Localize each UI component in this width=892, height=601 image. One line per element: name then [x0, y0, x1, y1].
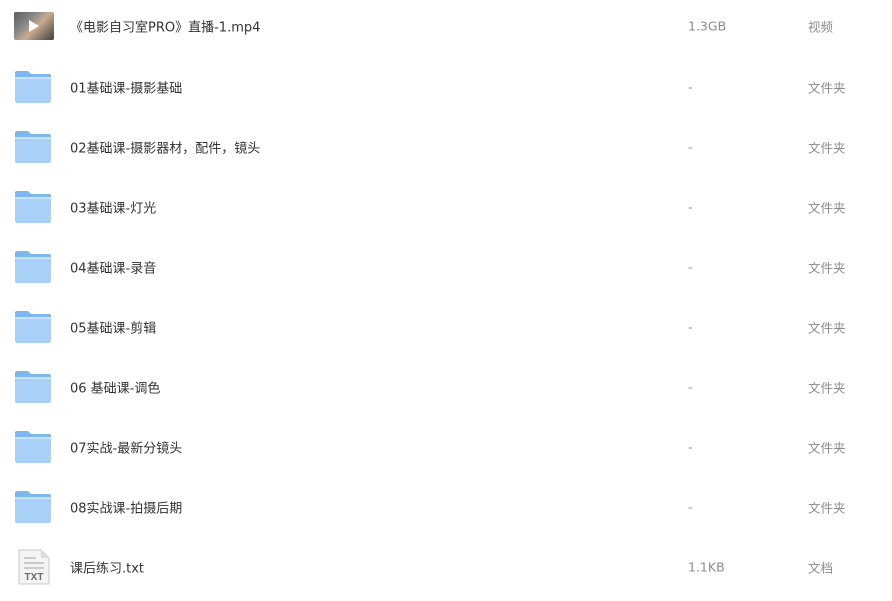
file-list: 《电影自习室PRO》直播-1.mp4 1.3GB 视频 01基础课-摄影基础 -… — [0, 0, 892, 601]
file-size: - — [688, 499, 693, 515]
video-thumbnail — [14, 8, 54, 44]
folder-row[interactable]: 04基础课-录音 - 文件夹 — [0, 237, 892, 297]
file-type: 文件夹 — [808, 440, 846, 456]
file-size: 1.3GB — [688, 18, 727, 34]
file-type: 文件夹 — [808, 200, 846, 216]
folder-icon — [14, 429, 54, 465]
file-name: 01基础课-摄影基础 — [70, 81, 183, 97]
txt-file-icon: TXT — [14, 549, 54, 585]
file-type: 文档 — [808, 560, 834, 576]
file-name: 02基础课-摄影器材，配件，镜头 — [70, 141, 261, 157]
file-size: - — [688, 139, 693, 155]
folder-row[interactable]: 06 基础课-调色 - 文件夹 — [0, 357, 892, 417]
file-name: 05基础课-剪辑 — [70, 321, 157, 337]
file-size: - — [688, 319, 693, 335]
folder-icon — [14, 249, 54, 285]
file-size: - — [688, 379, 693, 395]
play-icon — [29, 20, 39, 32]
file-size: 1.1KB — [688, 559, 725, 575]
file-name: 课后练习.txt — [70, 561, 145, 577]
folder-row[interactable]: 08实战课-拍摄后期 - 文件夹 — [0, 477, 892, 537]
folder-row[interactable]: 07实战-最新分镜头 - 文件夹 — [0, 417, 892, 477]
file-type: 视频 — [808, 19, 834, 35]
file-name: 08实战课-拍摄后期 — [70, 501, 183, 517]
folder-icon — [14, 369, 54, 405]
txt-icon-label: TXT — [25, 572, 44, 583]
folder-row[interactable]: 02基础课-摄影器材，配件，镜头 - 文件夹 — [0, 117, 892, 177]
file-size: - — [688, 439, 693, 455]
folder-row[interactable]: 05基础课-剪辑 - 文件夹 — [0, 297, 892, 357]
file-size: - — [688, 199, 693, 215]
file-type: 文件夹 — [808, 80, 846, 96]
folder-row[interactable]: 01基础课-摄影基础 - 文件夹 — [0, 57, 892, 117]
file-name: 07实战-最新分镜头 — [70, 441, 183, 457]
folder-icon — [14, 129, 54, 165]
file-row-video[interactable]: 《电影自习室PRO》直播-1.mp4 1.3GB 视频 — [0, 0, 892, 56]
file-name: 04基础课-录音 — [70, 261, 157, 277]
file-type: 文件夹 — [808, 320, 846, 336]
folder-icon — [14, 189, 54, 225]
file-type: 文件夹 — [808, 260, 846, 276]
folder-icon — [14, 69, 54, 105]
folder-icon — [14, 489, 54, 525]
file-type: 文件夹 — [808, 380, 846, 396]
folder-icon — [14, 309, 54, 345]
file-size: - — [688, 79, 693, 95]
file-name: 06 基础课-调色 — [70, 381, 161, 397]
file-type: 文件夹 — [808, 500, 846, 516]
file-name: 《电影自习室PRO》直播-1.mp4 — [70, 20, 261, 36]
file-name: 03基础课-灯光 — [70, 201, 157, 217]
folder-row[interactable]: 03基础课-灯光 - 文件夹 — [0, 177, 892, 237]
file-row-document[interactable]: TXT 课后练习.txt 1.1KB 文档 — [0, 537, 892, 597]
file-type: 文件夹 — [808, 140, 846, 156]
file-size: - — [688, 259, 693, 275]
